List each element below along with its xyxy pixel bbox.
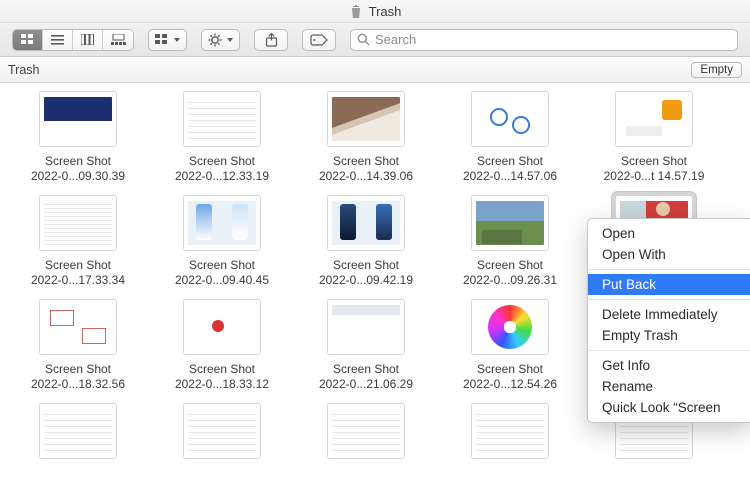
file-label[interactable]: Screen Shot 2022-0...18.33.12 <box>172 361 272 393</box>
group-by-button[interactable] <box>148 29 187 51</box>
file-label[interactable] <box>363 465 369 467</box>
file-item[interactable]: Screen Shot 2022-0...t 14.57.19 <box>584 89 724 185</box>
menu-separator <box>588 269 750 270</box>
file-item[interactable]: Screen Shot 2022-0...17.33.34 <box>8 193 148 289</box>
file-item[interactable]: Screen Shot 2022-0...18.32.56 <box>8 297 148 393</box>
file-item[interactable]: Screen Shot 2022-0...18.33.12 <box>152 297 292 393</box>
view-gallery[interactable] <box>103 30 133 50</box>
file-item[interactable] <box>440 401 580 467</box>
search-placeholder: Search <box>375 32 416 47</box>
menu-separator <box>588 299 750 300</box>
window-titlebar: Trash <box>0 0 750 22</box>
file-thumbnail[interactable] <box>327 195 405 251</box>
file-label[interactable]: Screen Shot 2022-0...12.33.19 <box>172 153 272 185</box>
file-thumbnail[interactable] <box>471 195 549 251</box>
view-icon-grid[interactable] <box>13 30 43 50</box>
view-columns[interactable] <box>73 30 103 50</box>
trash-icon <box>349 4 363 18</box>
action-menu-button[interactable] <box>201 29 240 51</box>
file-item[interactable]: Screen Shot 2022-0...09.42.19 <box>296 193 436 289</box>
tags-button[interactable] <box>302 29 336 51</box>
view-mode-segmented[interactable] <box>12 29 134 51</box>
menu-put-back[interactable]: Put Back <box>588 274 750 295</box>
file-label[interactable]: Screen Shot 2022-0...09.26.31 <box>460 257 560 289</box>
window-title: Trash <box>369 4 402 19</box>
menu-quick-look[interactable]: Quick Look “Screen <box>588 397 750 418</box>
file-thumbnail[interactable] <box>327 299 405 355</box>
file-thumbnail[interactable] <box>183 91 261 147</box>
file-item[interactable]: Screen Shot 2022-0...14.39.06 <box>296 89 436 185</box>
file-label[interactable]: Screen Shot 2022-0...17.33.34 <box>28 257 128 289</box>
file-item[interactable] <box>152 401 292 467</box>
file-thumbnail[interactable] <box>471 91 549 147</box>
file-label[interactable]: Screen Shot 2022-0...12.54.26 <box>460 361 560 393</box>
file-thumbnail[interactable] <box>183 299 261 355</box>
file-thumbnail[interactable] <box>327 91 405 147</box>
file-thumbnail[interactable] <box>471 299 549 355</box>
location-label: Trash <box>8 63 40 77</box>
file-item[interactable] <box>8 401 148 467</box>
file-label[interactable]: Screen Shot 2022-0...14.39.06 <box>316 153 416 185</box>
file-item[interactable]: Screen Shot 2022-0...09.30.39 <box>8 89 148 185</box>
file-label[interactable]: Screen Shot 2022-0...09.42.19 <box>316 257 416 289</box>
file-label[interactable]: Screen Shot 2022-0...14.57.06 <box>460 153 560 185</box>
toolbar: Search <box>0 22 750 57</box>
file-item[interactable]: Screen Shot 2022-0...14.57.06 <box>440 89 580 185</box>
context-menu: Open Open With Put Back Delete Immediate… <box>587 218 750 423</box>
file-thumbnail[interactable] <box>39 403 117 459</box>
file-thumbnail[interactable] <box>471 403 549 459</box>
location-bar: Trash Empty <box>0 57 750 83</box>
empty-trash-button[interactable]: Empty <box>691 62 742 78</box>
file-item[interactable] <box>296 401 436 467</box>
file-item[interactable]: Screen Shot 2022-0...21.06.29 <box>296 297 436 393</box>
file-label[interactable]: Screen Shot 2022-0...09.40.45 <box>172 257 272 289</box>
file-label[interactable] <box>507 465 513 467</box>
search-field[interactable]: Search <box>350 29 738 51</box>
file-label[interactable] <box>75 465 81 467</box>
menu-rename[interactable]: Rename <box>588 376 750 397</box>
menu-open-with[interactable]: Open With <box>588 244 750 265</box>
file-item[interactable]: Screen Shot 2022-0...12.54.26 <box>440 297 580 393</box>
menu-open[interactable]: Open <box>588 223 750 244</box>
menu-empty-trash[interactable]: Empty Trash <box>588 325 750 346</box>
file-item[interactable]: Screen Shot 2022-0...09.40.45 <box>152 193 292 289</box>
file-thumbnail[interactable] <box>39 91 117 147</box>
file-thumbnail[interactable] <box>39 195 117 251</box>
file-label[interactable]: Screen Shot 2022-0...09.30.39 <box>28 153 128 185</box>
file-label[interactable]: Screen Shot 2022-0...18.32.56 <box>28 361 128 393</box>
file-thumbnail[interactable] <box>183 195 261 251</box>
file-label[interactable] <box>651 465 657 467</box>
file-label[interactable]: Screen Shot 2022-0...21.06.29 <box>316 361 416 393</box>
menu-separator <box>588 350 750 351</box>
share-button[interactable] <box>254 29 288 51</box>
file-thumbnail[interactable] <box>615 91 693 147</box>
file-item[interactable]: Screen Shot 2022-0...09.26.31 <box>440 193 580 289</box>
view-list[interactable] <box>43 30 73 50</box>
file-label[interactable] <box>219 465 225 467</box>
menu-get-info[interactable]: Get Info <box>588 355 750 376</box>
menu-delete-immediately[interactable]: Delete Immediately <box>588 304 750 325</box>
file-thumbnail[interactable] <box>183 403 261 459</box>
file-item[interactable]: Screen Shot 2022-0...12.33.19 <box>152 89 292 185</box>
file-label[interactable]: Screen Shot 2022-0...t 14.57.19 <box>601 153 708 185</box>
search-icon <box>357 33 370 46</box>
file-thumbnail[interactable] <box>39 299 117 355</box>
file-thumbnail[interactable] <box>327 403 405 459</box>
